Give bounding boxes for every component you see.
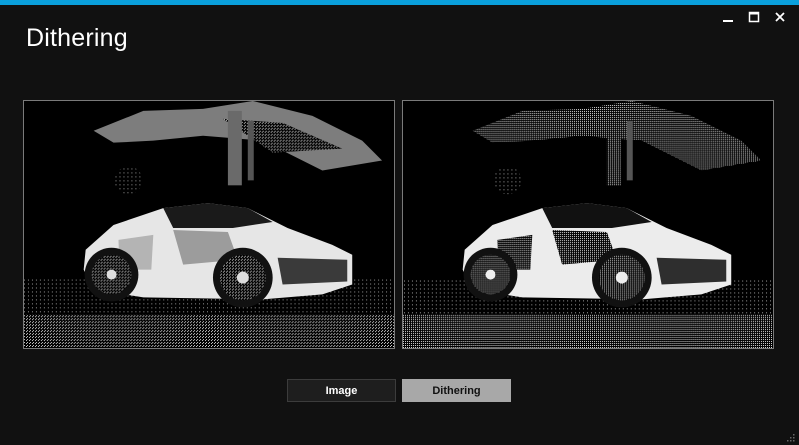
- close-icon: [775, 12, 785, 22]
- original-car-image: [24, 101, 394, 348]
- minimize-button[interactable]: [717, 8, 739, 26]
- dithered-image-panel: [402, 100, 774, 349]
- image-button[interactable]: Image: [287, 379, 396, 402]
- original-image-panel: [23, 100, 395, 349]
- dithering-button[interactable]: Dithering: [402, 379, 511, 402]
- dithered-car-image: [403, 101, 773, 348]
- window-controls: [717, 8, 791, 26]
- maximize-button[interactable]: [743, 8, 765, 26]
- resize-grip-icon[interactable]: [785, 432, 795, 442]
- minimize-icon: [723, 20, 733, 22]
- close-button[interactable]: [769, 8, 791, 26]
- window-accent-bar: [0, 0, 799, 5]
- maximize-icon: [748, 11, 760, 23]
- page-title: Dithering: [26, 24, 128, 52]
